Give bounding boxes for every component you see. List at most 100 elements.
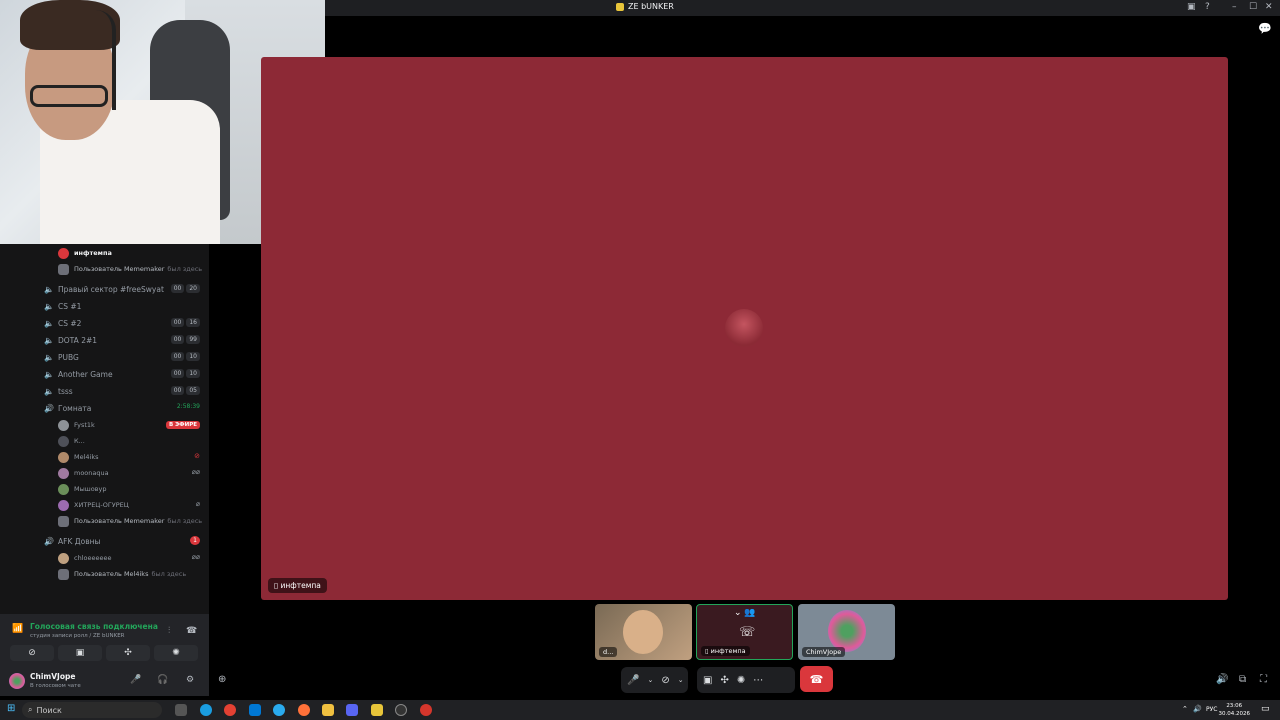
activity-button[interactable]: ✣ bbox=[106, 645, 150, 661]
mic-controls: 🎤 ⌄ ⊘ ⌄ bbox=[621, 667, 688, 693]
firefox-icon[interactable] bbox=[298, 704, 310, 716]
avatar bbox=[58, 515, 69, 527]
steam-icon[interactable] bbox=[395, 704, 407, 716]
voice-channel[interactable]: 🔈 Правый сектор #freeSwyat 00 20 bbox=[44, 282, 204, 296]
video-stage[interactable]: ▯ инфтемпа bbox=[261, 57, 1228, 600]
chrome-icon[interactable] bbox=[224, 704, 236, 716]
telegram-icon[interactable] bbox=[273, 704, 285, 716]
screen-share-button[interactable]: ▣ bbox=[58, 645, 102, 661]
search-icon: ⌕ bbox=[28, 705, 33, 714]
chevron-down-icon[interactable]: ⌄ bbox=[678, 676, 684, 684]
voice-channel[interactable]: 🔈 DOTA 2#1 00 99 bbox=[44, 333, 204, 347]
channel-member[interactable]: chloeeeeee ⌀⌀ bbox=[58, 551, 204, 565]
channel-count: 00 16 bbox=[170, 318, 200, 327]
screen-share-icon: ▣ bbox=[75, 648, 85, 658]
activities-icon: ✣ bbox=[124, 648, 132, 658]
avatar bbox=[58, 483, 69, 495]
avatar bbox=[58, 552, 69, 564]
speaker-icon: 🔊 bbox=[44, 536, 54, 546]
afk-voice-channel[interactable]: 🔊 AFK Довны 1 bbox=[44, 534, 204, 548]
help-icon[interactable]: ? bbox=[1205, 2, 1210, 12]
avatar bbox=[58, 451, 69, 463]
folder-icon[interactable] bbox=[322, 704, 334, 716]
mail-icon[interactable] bbox=[249, 704, 261, 716]
call-header: 💬 bbox=[325, 16, 1280, 56]
taskbar-search[interactable]: ⌕ Поиск bbox=[22, 702, 162, 718]
windows-start-icon[interactable]: ⊞ bbox=[7, 703, 15, 714]
deafened-icon: ⊘ bbox=[194, 452, 200, 460]
user-avatar bbox=[725, 309, 763, 347]
avatar bbox=[58, 499, 69, 511]
mute-icon: ⌀⌀ bbox=[191, 553, 200, 561]
voice-channel[interactable]: 🔈 tsss 00 05 bbox=[44, 384, 204, 398]
participant-tile[interactable]: ⌄ 👥 ☏ ▯ инфтемпа bbox=[696, 604, 793, 660]
stage-user-tag: ▯ инфтемпа bbox=[268, 578, 327, 593]
camera-off-icon[interactable]: ⊘ bbox=[661, 675, 669, 686]
microphone-icon[interactable]: 🎤 bbox=[130, 675, 141, 685]
speaker-icon[interactable]: 🔊 bbox=[1193, 705, 1202, 713]
active-voice-channel[interactable]: 🔊 Гомната 2:58:39 bbox=[44, 401, 204, 415]
invite-icon[interactable]: ⊕ bbox=[218, 674, 226, 685]
edge-icon[interactable] bbox=[200, 704, 212, 716]
chevron-down-icon[interactable]: ⌄ bbox=[647, 676, 653, 684]
tray-chevron-icon[interactable]: ⌃ bbox=[1182, 705, 1188, 713]
avatar[interactable] bbox=[9, 673, 25, 689]
avatar bbox=[58, 467, 69, 479]
volume-icon[interactable]: 🔊 bbox=[1216, 674, 1228, 685]
voice-channel[interactable]: 🔈 CS #2 00 16 bbox=[44, 316, 204, 330]
activities-icon[interactable]: ✣ bbox=[720, 675, 728, 686]
more-icon[interactable]: ⋯ bbox=[753, 675, 763, 686]
add-user-icon[interactable]: ⌄ 👥 bbox=[734, 608, 756, 618]
noise-suppression-icon[interactable]: ⫶ bbox=[168, 626, 170, 636]
disconnect-icon[interactable]: ☎ bbox=[186, 626, 197, 636]
discord-icon[interactable] bbox=[346, 704, 358, 716]
participant-tile[interactable]: d... bbox=[595, 604, 692, 660]
close-button[interactable]: ✕ bbox=[1265, 2, 1273, 12]
app-icon[interactable] bbox=[371, 704, 383, 716]
notifications-icon[interactable]: ▭ bbox=[1261, 704, 1270, 714]
end-call-button[interactable]: ☎ bbox=[800, 666, 833, 692]
task-view-icon[interactable] bbox=[175, 704, 187, 716]
soundboard-button[interactable]: ✺ bbox=[154, 645, 198, 661]
camera-off-icon: ⊘ bbox=[28, 648, 36, 658]
taskbar-clock[interactable]: 23:06 30.04.2026 bbox=[1219, 702, 1251, 718]
maximize-button[interactable]: ☐ bbox=[1249, 2, 1257, 12]
inbox-icon[interactable]: ▣ bbox=[1187, 2, 1196, 12]
minimize-button[interactable]: – bbox=[1232, 2, 1237, 12]
speaker-icon: 🔈 bbox=[44, 335, 54, 345]
voice-channel[interactable]: 🔈 Another Game 00 10 bbox=[44, 367, 204, 381]
phone-icon: ☏ bbox=[739, 625, 756, 640]
headset-image bbox=[96, 10, 116, 110]
taskbar: ⊞ ⌕ Поиск ⌃ 🔊 РУС 23:06 30.04.2026 ▭ bbox=[0, 700, 1280, 720]
popout-icon[interactable]: ⧉ bbox=[1239, 674, 1246, 685]
headphones-icon[interactable]: 🎧 bbox=[157, 675, 168, 685]
voice-channel[interactable]: 🔈 PUBG 00 10 bbox=[44, 350, 204, 364]
user-panel: ChimVJope В голосовом чате 🎤 🎧 ⚙ bbox=[0, 668, 209, 696]
soundboard-icon[interactable]: ✺ bbox=[737, 675, 745, 686]
channel-member[interactable]: Mel4iks ⊘ bbox=[58, 450, 204, 464]
gear-icon[interactable]: ⚙ bbox=[186, 675, 194, 685]
channel-member[interactable]: К... bbox=[58, 434, 204, 448]
chat-icon[interactable]: 💬 bbox=[1258, 22, 1272, 35]
channel-member[interactable]: ХИТРЕЦ-ОГУРЕЦ ⌀ bbox=[58, 498, 204, 512]
fullscreen-icon[interactable]: ⛶ bbox=[1260, 674, 1267, 685]
channel-member[interactable]: Fyst1k В ЭФИРЕ bbox=[58, 418, 204, 432]
participant-face bbox=[623, 610, 663, 654]
stream-user[interactable]: инфтемпа bbox=[58, 246, 204, 260]
screen-share-icon[interactable]: ▣ bbox=[703, 675, 712, 686]
channel-member[interactable]: Мышовур bbox=[58, 482, 204, 496]
live-badge: В ЭФИРЕ bbox=[166, 421, 200, 429]
channel-count: 00 10 bbox=[170, 369, 200, 378]
signal-icon: 📶 bbox=[12, 624, 24, 634]
video-button[interactable]: ⊘ bbox=[10, 645, 54, 661]
speaker-icon: 🔈 bbox=[44, 318, 54, 328]
app-icon[interactable] bbox=[420, 704, 432, 716]
channel-member[interactable]: moonaqua ⌀⌀ bbox=[58, 466, 204, 480]
notification-badge: 1 bbox=[190, 536, 200, 545]
microphone-icon[interactable]: 🎤 bbox=[627, 675, 639, 686]
voice-channel[interactable]: 🔈 CS #1 bbox=[44, 299, 204, 313]
participant-tile[interactable]: ChimVJope bbox=[798, 604, 895, 660]
window-title: ZE bUNKER bbox=[616, 2, 674, 11]
speaker-icon: 🔈 bbox=[44, 284, 54, 294]
visitor-note: Пользователь Mememaker был здесь bbox=[58, 514, 204, 528]
